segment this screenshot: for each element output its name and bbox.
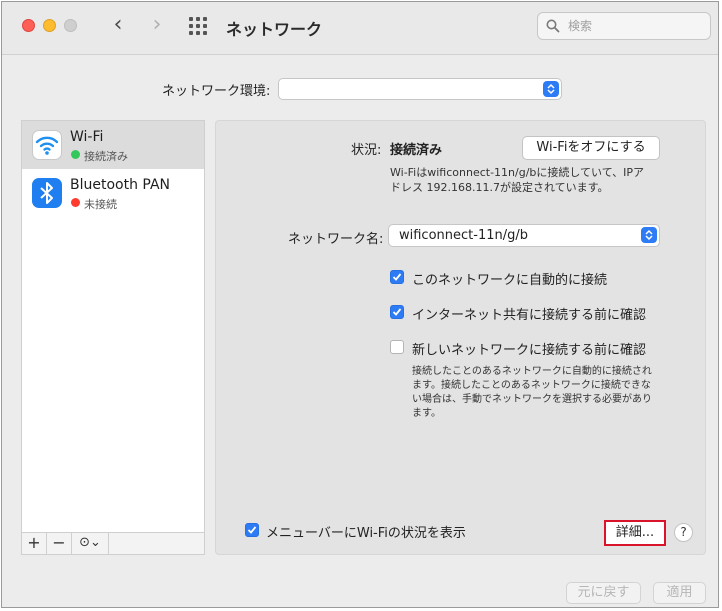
show-in-menubar-checkbox[interactable]: [245, 523, 259, 537]
wifi-icon: [32, 130, 62, 160]
status-description-line2: ドレス 192.168.11.7が設定されています。: [390, 181, 609, 194]
status-dot: [71, 150, 80, 159]
show-in-menubar-label: メニューバーにWi-Fiの状況を表示: [266, 526, 466, 541]
service-list[interactable]: Wi-Fi 接続済み Bluetooth PAN 未接続: [21, 120, 205, 533]
ask-new-note-line4: ます。: [412, 408, 441, 419]
system-preferences-window: ‹ › ネットワーク ネットワーク環境:: [1, 1, 719, 608]
wifi-off-button[interactable]: Wi-Fiをオフにする: [522, 136, 660, 160]
close-window-button[interactable]: [22, 19, 35, 32]
add-service-button[interactable]: +: [22, 533, 47, 554]
updown-chevron-icon: [641, 227, 657, 243]
revert-button[interactable]: 元に戻す: [566, 582, 641, 604]
network-name-value: wificonnect-11n/g/b: [399, 228, 528, 243]
ask-hotspot-label: インターネット共有に接続する前に確認: [412, 308, 647, 323]
action-menu-button[interactable]: ⊙⌄: [72, 533, 109, 554]
checkmark-icon: [392, 308, 402, 316]
service-name: Bluetooth PAN: [70, 177, 171, 193]
show-all-grid-icon[interactable]: [189, 17, 209, 35]
network-name-select[interactable]: wificonnect-11n/g/b: [388, 224, 660, 247]
help-button[interactable]: ?: [674, 523, 693, 542]
auto-join-checkbox[interactable]: [390, 270, 404, 284]
search-icon: [546, 19, 560, 33]
ask-new-note-line2: ます。接続したことのあるネットワークに接続できな: [412, 380, 651, 391]
location-label: ネットワーク環境:: [162, 84, 271, 99]
search-input[interactable]: [568, 18, 698, 34]
updown-chevron-icon: [543, 81, 559, 97]
checkmark-icon: [392, 273, 402, 281]
service-item-bluetooth-pan[interactable]: Bluetooth PAN 未接続: [22, 169, 204, 217]
service-name: Wi-Fi: [70, 129, 104, 145]
service-status: 未接続: [84, 198, 117, 211]
ask-new-note-line1: 接続したことのあるネットワークに自動的に接続され: [412, 366, 652, 377]
apply-button[interactable]: 適用: [653, 582, 706, 604]
title-bar: ‹ › ネットワーク: [2, 2, 718, 55]
ask-new-note-line3: い場合は、手動でネットワークを選択する必要があり: [412, 394, 652, 405]
advanced-button[interactable]: 詳細...: [604, 520, 666, 546]
status-description-line1: Wi-Fiはwificonnect-11n/g/bに接続していて、IPア: [390, 166, 645, 179]
ask-new-network-label: 新しいネットワークに接続する前に確認: [412, 343, 647, 358]
service-status: 接続済み: [84, 150, 128, 163]
ask-new-network-checkbox[interactable]: [390, 340, 404, 354]
status-label: 状況:: [351, 143, 382, 158]
ask-hotspot-checkbox[interactable]: [390, 305, 404, 319]
zoom-window-button[interactable]: [64, 19, 77, 32]
back-chevron-icon[interactable]: ‹: [106, 14, 130, 38]
service-item-wifi[interactable]: Wi-Fi 接続済み: [22, 121, 204, 169]
location-select[interactable]: [278, 78, 562, 100]
remove-service-button[interactable]: −: [47, 533, 72, 554]
checkmark-icon: [247, 526, 257, 534]
search-field[interactable]: [537, 12, 711, 40]
bluetooth-icon: [32, 178, 62, 208]
network-name-label: ネットワーク名:: [288, 232, 384, 247]
window-title: ネットワーク: [226, 20, 323, 39]
status-dot: [71, 198, 80, 207]
service-list-controls: + − ⊙⌄: [21, 533, 205, 555]
auto-join-label: このネットワークに自動的に接続: [412, 273, 608, 288]
forward-chevron-icon[interactable]: ›: [145, 14, 169, 38]
minimize-window-button[interactable]: [43, 19, 56, 32]
status-value: 接続済み: [390, 143, 443, 158]
